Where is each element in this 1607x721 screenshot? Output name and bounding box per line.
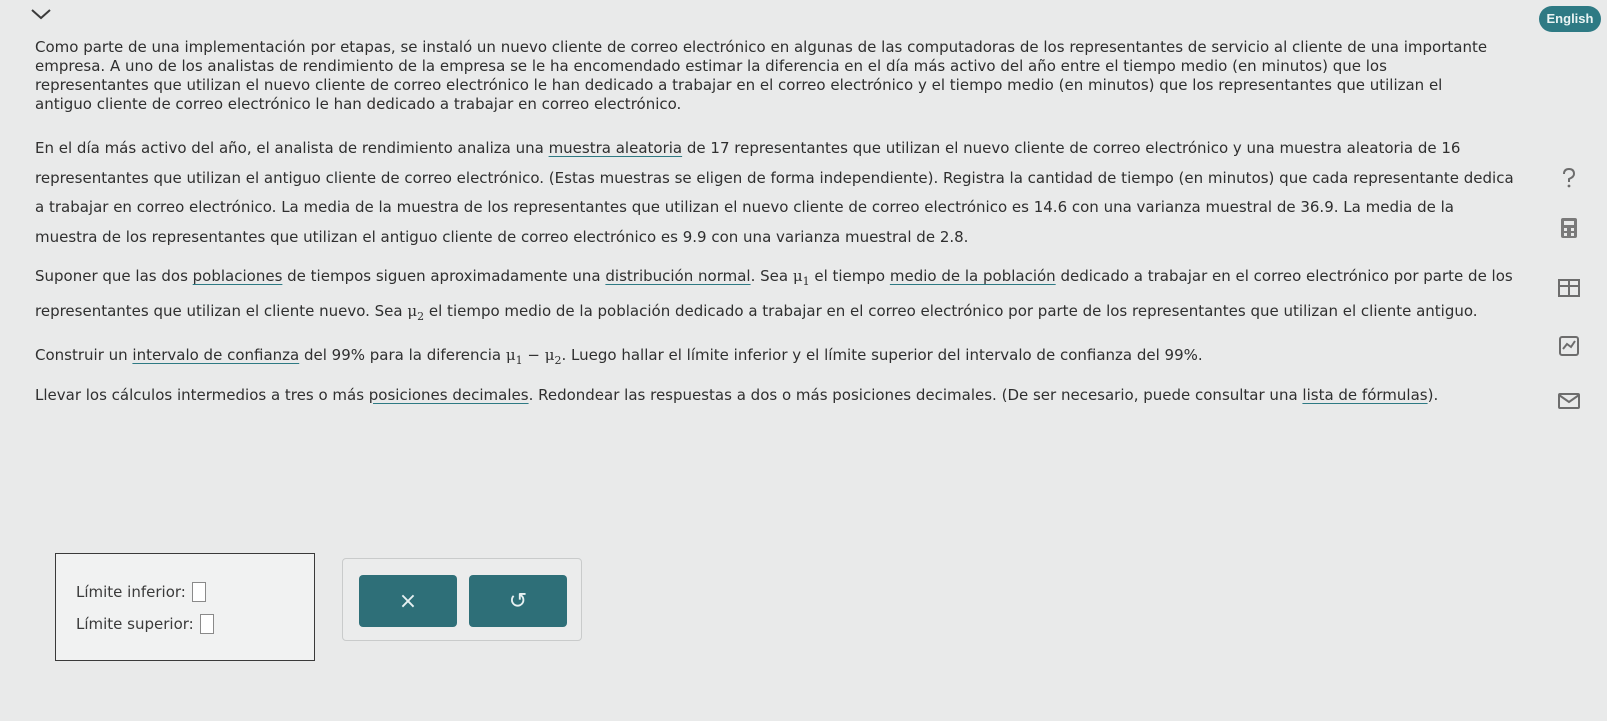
lower-limit-input[interactable] — [191, 582, 206, 602]
assume-text-1: Suponer que las dos — [35, 267, 193, 285]
link-muestra-aleatoria[interactable]: muestra aleatoria — [549, 139, 683, 157]
lower-limit-row: Límite inferior: — [76, 576, 314, 608]
language-button[interactable]: English — [1539, 6, 1601, 32]
mu1-symbol: μ1 — [792, 267, 810, 288]
link-media-poblacion[interactable]: medio de la población — [890, 267, 1056, 285]
assume-text-2: de tiempos siguen aproximadamente una — [282, 267, 606, 285]
assume-text-6: el tiempo medio de la población dedicado… — [424, 301, 1478, 320]
answer-panel: Límite inferior: Límite superior: — [55, 553, 315, 661]
upper-limit-row: Límite superior: — [76, 608, 314, 640]
chevron-down-icon[interactable] — [28, 6, 54, 22]
answer-buttons: × ↺ — [342, 558, 582, 641]
rounding-text-1: Llevar los cálculos intermedios a tres o… — [35, 385, 369, 404]
lower-limit-label: Límite inferior: — [76, 583, 186, 601]
minus-sign: − — [522, 346, 545, 364]
construct-text-1: Construir un — [35, 346, 133, 364]
link-intervalo-confianza[interactable]: intervalo de confianza — [132, 346, 299, 364]
construct-paragraph: Construir un intervalo de confianza del … — [35, 341, 1515, 376]
difference-expression: μ1 − μ2 — [505, 346, 562, 367]
clear-button[interactable]: × — [359, 575, 457, 627]
mu1-letter: μ — [792, 267, 803, 285]
link-lista-formulas[interactable]: lista de fórmulas — [1302, 386, 1427, 404]
rounding-text-3: ). — [1427, 385, 1439, 404]
problem-content: Como parte de una implementación por eta… — [35, 38, 1515, 425]
page: English Como parte de una implementación… — [0, 0, 1607, 721]
undo-button[interactable]: ↺ — [469, 575, 567, 627]
upper-limit-input[interactable] — [199, 614, 214, 634]
mu1-subscript: 1 — [802, 275, 810, 288]
calculator-icon[interactable] — [1556, 215, 1582, 241]
sample-text-1: En el día más activo del año, el analist… — [35, 139, 549, 157]
mu2-letter: μ — [407, 301, 418, 320]
mu-b-subscript: 2 — [554, 354, 562, 367]
mu-b-letter: μ — [544, 346, 555, 364]
intro-paragraph: Como parte de una implementación por eta… — [35, 38, 1488, 113]
link-posiciones-decimales[interactable]: posiciones decimales — [369, 386, 529, 404]
assume-text-4: el tiempo — [809, 267, 890, 285]
rounding-paragraph: Llevar los cálculos intermedios a tres o… — [35, 386, 1515, 405]
help-icon[interactable] — [1556, 165, 1582, 191]
assumption-paragraph: Suponer que las dos poblaciones de tiemp… — [35, 262, 1515, 331]
rounding-text-2: . Redondear las respuestas a dos o más p… — [528, 385, 1303, 404]
link-poblaciones[interactable]: poblaciones — [193, 267, 283, 285]
chart-icon[interactable] — [1556, 333, 1582, 359]
sample-paragraph: En el día más activo del año, el analist… — [35, 134, 1515, 252]
data-table-icon[interactable] — [1556, 275, 1582, 301]
mu2-symbol: μ2 — [407, 301, 424, 323]
link-distribucion-normal[interactable]: distribución normal — [605, 267, 750, 285]
mu-a-letter: μ — [505, 346, 516, 364]
mail-icon[interactable] — [1556, 388, 1582, 414]
mu-a-subscript: 1 — [515, 354, 523, 367]
close-icon: × — [398, 588, 418, 614]
construct-text-3: . Luego hallar el límite inferior y el l… — [561, 346, 1203, 364]
construct-text-2: del 99% para la diferencia — [299, 346, 506, 364]
undo-icon: ↺ — [508, 588, 528, 614]
upper-limit-label: Límite superior: — [76, 615, 194, 633]
assume-text-3: . Sea — [750, 267, 793, 285]
